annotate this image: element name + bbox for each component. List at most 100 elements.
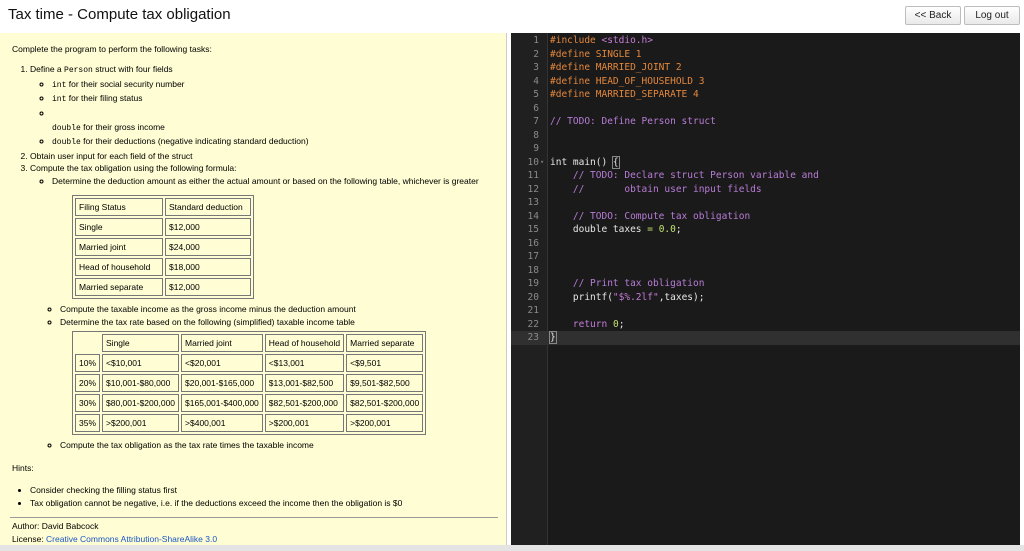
divider bbox=[10, 517, 498, 518]
list-item: int for their filing status bbox=[52, 92, 506, 107]
line-number: 22 bbox=[527, 318, 539, 330]
list-item: Consider checking the filling status fir… bbox=[30, 484, 506, 497]
code-line[interactable]: 22 return 0; bbox=[511, 318, 1020, 332]
code-line[interactable]: 4 #define HEAD_OF_HOUSEHOLD 3 bbox=[511, 75, 1020, 89]
code-text: // TODO: Compute tax obligation bbox=[550, 210, 750, 224]
code-token: return bbox=[572, 318, 608, 330]
table-header: Married separate bbox=[346, 334, 424, 352]
code-line[interactable]: 1 #include <stdio.h> bbox=[511, 34, 1020, 48]
list-item: double for their gross income bbox=[52, 121, 165, 133]
step-list: Determine the deduction amount as either… bbox=[30, 175, 506, 188]
code-line[interactable]: 21 bbox=[511, 304, 1020, 318]
field-list: int for their social security number int… bbox=[30, 78, 506, 150]
table-cell: >$400,001 bbox=[181, 414, 263, 432]
code-line[interactable]: 18 bbox=[511, 264, 1020, 278]
table-cell: Head of household bbox=[75, 258, 163, 276]
code-line[interactable]: 8 bbox=[511, 129, 1020, 143]
code-text: // obtain user input fields bbox=[550, 183, 762, 197]
code-token: } bbox=[549, 331, 557, 344]
table-cell: Single bbox=[75, 218, 163, 236]
code-token: // obtain user input fields bbox=[550, 183, 762, 195]
code-token: ; bbox=[675, 224, 682, 235]
line-number: 18 bbox=[527, 264, 539, 276]
code-token: printf( bbox=[550, 291, 613, 303]
code-line[interactable]: 17 bbox=[511, 250, 1020, 264]
code-line[interactable]: 11 // TODO: Declare struct Person variab… bbox=[511, 169, 1020, 183]
code-token: ; bbox=[618, 318, 625, 330]
line-number: 9 bbox=[533, 143, 539, 154]
fold-arrow-icon[interactable]: ▾ bbox=[540, 156, 544, 170]
line-number: 23 bbox=[527, 332, 539, 343]
code-line[interactable]: 2 #define SINGLE 1 bbox=[511, 48, 1020, 62]
line-number: 8 bbox=[533, 129, 539, 141]
code-text: #define SINGLE 1 bbox=[550, 48, 642, 62]
table-cell: $18,000 bbox=[165, 258, 251, 276]
code-token: #define MARRIED_SEPARATE 4 bbox=[550, 89, 699, 100]
table-header: Single bbox=[102, 334, 180, 352]
code-line[interactable]: 13 bbox=[511, 196, 1020, 210]
line-number: 11 bbox=[527, 170, 539, 181]
code-token: double taxes bbox=[550, 224, 648, 235]
code-line[interactable]: 14 // TODO: Compute tax obligation bbox=[511, 210, 1020, 224]
code-text: // TODO: Define Person struct bbox=[550, 115, 716, 129]
table-cell: $80,001-$200,000 bbox=[102, 394, 180, 412]
code-line[interactable]: 7 // TODO: Define Person struct bbox=[511, 115, 1020, 129]
horizontal-scrollbar[interactable] bbox=[0, 545, 1024, 551]
table-header: Married joint bbox=[181, 334, 263, 352]
line-number: 12 bbox=[527, 183, 539, 195]
table-cell: <$13,001 bbox=[264, 354, 345, 372]
step-list: Compute the tax obligation as the tax ra… bbox=[38, 439, 506, 452]
code-text: double taxes = 0.0; bbox=[550, 223, 682, 237]
code-line[interactable]: 16 bbox=[511, 237, 1020, 251]
code-text: int main() { bbox=[550, 155, 620, 170]
table-row: 20% $10,001-$80,000 $20,001-$165,000 $13… bbox=[75, 374, 424, 392]
code-line[interactable]: 20 printf("$%.2lf",taxes); bbox=[511, 291, 1020, 305]
code-line[interactable]: 5 #define MARRIED_SEPARATE 4 bbox=[511, 88, 1020, 102]
logout-button[interactable]: Log out bbox=[964, 6, 1020, 25]
table-cell: >$200,001 bbox=[346, 414, 424, 432]
table-header: Standard deduction bbox=[165, 198, 251, 216]
code-token: ,taxes); bbox=[658, 291, 705, 303]
code-lines[interactable]: 1 #include <stdio.h> 2 #define SINGLE 1 3 #de… bbox=[511, 34, 1020, 345]
license-link[interactable]: Creative Commons Attribution-ShareAlike … bbox=[46, 534, 217, 544]
hints-list: Consider checking the filling status fir… bbox=[14, 484, 506, 509]
line-number: 7 bbox=[533, 116, 539, 127]
code-line[interactable]: 3 #define MARRIED_JOINT 2 bbox=[511, 61, 1020, 75]
list-item: double for their deductions (negative in… bbox=[52, 135, 506, 150]
table-row: Head of household $18,000 bbox=[75, 258, 251, 276]
code-line[interactable]: 15 double taxes = 0.0; bbox=[511, 223, 1020, 237]
line-number: 19 bbox=[527, 278, 539, 289]
code-line[interactable]: 19 // Print tax obligation bbox=[511, 277, 1020, 291]
code-editor[interactable]: 1 #include <stdio.h> 2 #define SINGLE 1 3 #de… bbox=[511, 33, 1020, 545]
table-row: 30% $80,001-$200,000 $165,001-$400,000 $… bbox=[75, 394, 424, 412]
back-button[interactable]: << Back bbox=[905, 6, 961, 25]
table-row: 35% >$200,001 >$400,001 >$200,001 >$200,… bbox=[75, 414, 424, 432]
rate-table: Single Married joint Head of household M… bbox=[72, 331, 427, 435]
code-token: #define HEAD_OF_HOUSEHOLD 3 bbox=[550, 75, 705, 87]
task-item: Define a Person struct with four fields … bbox=[30, 63, 506, 150]
line-number: 21 bbox=[527, 305, 539, 316]
code-line[interactable]: 9 bbox=[511, 142, 1020, 156]
license-text: License: Creative Commons Attribution-Sh… bbox=[12, 534, 218, 544]
table-cell: >$200,001 bbox=[264, 414, 345, 432]
table-cell: Married separate bbox=[75, 278, 163, 296]
code-line[interactable]: 10 ▾ int main() { bbox=[511, 155, 1020, 170]
code-line[interactable]: 12 // obtain user input fields bbox=[511, 183, 1020, 197]
list-item: Determine the deduction amount as either… bbox=[52, 175, 506, 188]
line-number: 17 bbox=[527, 251, 539, 262]
task-item: Compute the tax obligation using the fol… bbox=[30, 162, 506, 188]
table-cell: <$10,001 bbox=[102, 354, 180, 372]
page-title: Tax time - Compute tax obligation bbox=[8, 6, 231, 23]
code-token: #include bbox=[550, 35, 602, 46]
step-list: Compute the taxable income as the gross … bbox=[38, 303, 506, 328]
table-cell: $12,000 bbox=[165, 218, 251, 236]
table-cell: $165,001-$400,000 bbox=[181, 394, 263, 412]
code-line[interactable]: 6 bbox=[511, 102, 1020, 116]
list-item: Compute the taxable income as the gross … bbox=[60, 303, 506, 316]
code-text: // TODO: Declare struct Person variable … bbox=[550, 169, 819, 183]
line-number: 3 bbox=[533, 62, 539, 73]
table-cell: $10,001-$80,000 bbox=[102, 374, 180, 392]
table-row: Married joint $24,000 bbox=[75, 238, 251, 256]
code-line[interactable]: 23} bbox=[511, 331, 1020, 345]
